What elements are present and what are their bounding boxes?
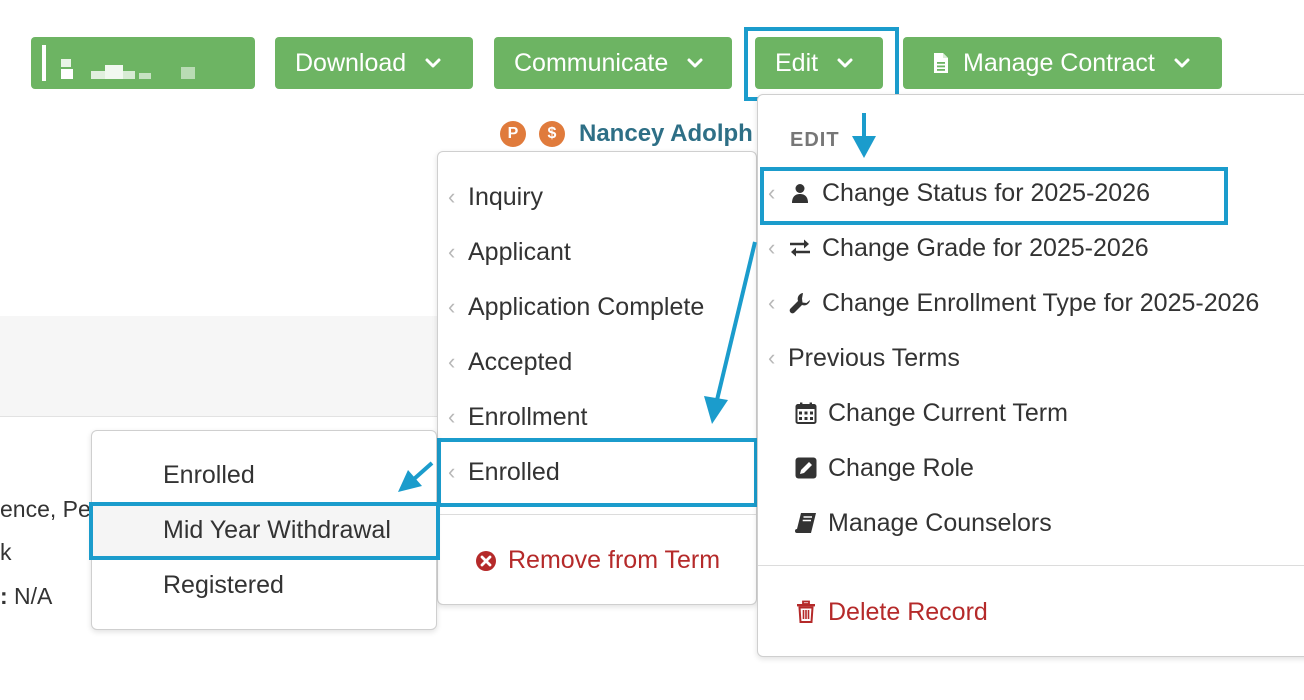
user-icon	[788, 181, 812, 205]
status-item-accepted[interactable]: ‹ Accepted	[448, 342, 572, 382]
change-role-item[interactable]: Change Role	[794, 448, 974, 488]
caret-left-icon: ‹	[448, 349, 456, 374]
wrench-icon	[788, 291, 812, 315]
status-item-enrollment[interactable]: ‹ Enrollment	[448, 397, 588, 437]
caret-left-icon: ‹	[768, 180, 776, 205]
change-current-term-item[interactable]: Change Current Term	[794, 393, 1068, 433]
calendar-icon	[794, 401, 818, 425]
status-submenu: ‹ Inquiry ‹ Applicant ‹ Application Complet…	[437, 151, 757, 605]
enrolled-option-registered[interactable]: Registered	[163, 565, 284, 605]
menu-divider	[758, 565, 1304, 566]
chevron-down-icon	[1173, 54, 1191, 72]
edit-menu-heading: EDIT	[790, 129, 840, 151]
status-item-enrolled[interactable]: ‹ Enrolled	[448, 452, 560, 492]
caret-left-icon: ‹	[448, 239, 456, 264]
caret-left-icon: ‹	[768, 345, 776, 370]
status-item-application-complete[interactable]: ‹ Application Complete	[448, 287, 704, 327]
status-item-applicant[interactable]: ‹ Applicant	[448, 232, 571, 272]
manage-contract-button[interactable]: Manage Contract	[903, 37, 1222, 89]
edit-button[interactable]: Edit	[755, 37, 883, 89]
download-button[interactable]: Download	[275, 37, 473, 89]
chevron-down-icon	[424, 54, 442, 72]
edit-menu: EDIT ‹ Change Status for 2025-2026 ‹ Cha…	[757, 94, 1304, 657]
trash-icon	[794, 600, 818, 624]
download-button-label: Download	[295, 48, 407, 77]
previous-terms-item[interactable]: ‹ Previous Terms	[768, 338, 960, 378]
edit-button-label: Edit	[775, 48, 819, 77]
caret-left-icon: ‹	[448, 459, 456, 484]
caret-left-icon: ‹	[768, 290, 776, 315]
document-icon	[929, 51, 953, 75]
times-circle-icon	[474, 549, 496, 571]
background-text: k	[0, 539, 12, 565]
pencil-square-icon	[794, 456, 818, 480]
dollar-badge: $	[539, 121, 565, 147]
enrolled-option-enrolled[interactable]: Enrolled	[163, 455, 255, 495]
status-item-inquiry[interactable]: ‹ Inquiry	[448, 177, 543, 217]
chevron-down-icon	[836, 54, 854, 72]
remove-from-term-item[interactable]: Remove from Term	[474, 540, 720, 580]
change-status-item[interactable]: ‹ Change Status for 2025-2026	[768, 173, 1150, 213]
manage-contract-button-label: Manage Contract	[963, 48, 1155, 77]
communicate-button-label: Communicate	[514, 48, 669, 77]
p-badge: P	[500, 121, 526, 147]
enrolled-option-mid-year-withdrawal[interactable]: Mid Year Withdrawal	[163, 510, 391, 550]
enrolled-submenu: Enrolled Mid Year Withdrawal Registered	[91, 430, 437, 630]
change-enrollment-type-item[interactable]: ‹ Change Enrollment Type for 2025-2026	[768, 283, 1259, 323]
chevron-down-icon	[686, 54, 704, 72]
delete-record-item[interactable]: Delete Record	[794, 592, 988, 632]
background-text: ence, Pe	[0, 496, 91, 522]
caret-left-icon: ‹	[768, 235, 776, 260]
caret-left-icon: ‹	[448, 294, 456, 319]
redacted-label-image	[42, 45, 195, 81]
background-field: : N/A	[0, 583, 53, 609]
change-grade-item[interactable]: ‹ Change Grade for 2025-2026	[768, 228, 1149, 268]
caret-left-icon: ‹	[448, 184, 456, 209]
book-icon	[794, 511, 818, 535]
record-name[interactable]: Nancey Adolph	[579, 120, 753, 148]
caret-left-icon: ‹	[448, 404, 456, 429]
redacted-button[interactable]	[31, 37, 255, 89]
menu-divider	[438, 514, 756, 515]
swap-arrows-icon	[788, 236, 812, 260]
manage-counselors-item[interactable]: Manage Counselors	[794, 503, 1052, 543]
communicate-button[interactable]: Communicate	[494, 37, 732, 89]
